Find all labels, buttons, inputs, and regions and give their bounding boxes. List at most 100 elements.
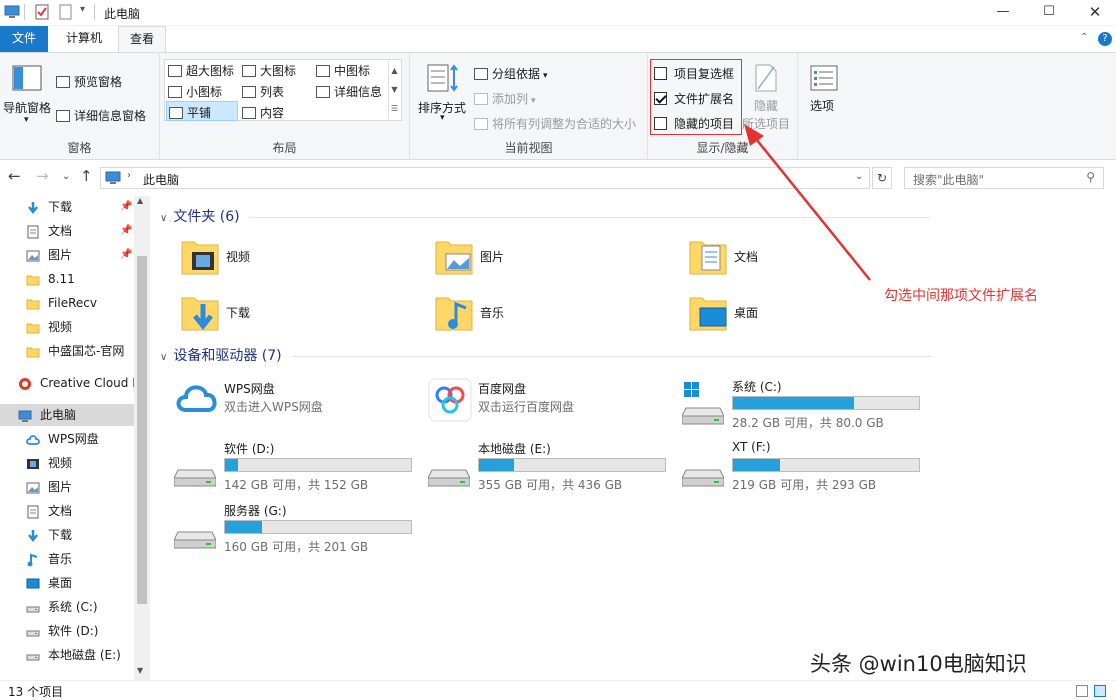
gallery-scroll[interactable]: ▲ ▼ ☰ xyxy=(388,61,400,119)
xl-icons-icon xyxy=(168,65,182,77)
folder-tile[interactable]: 下载 xyxy=(180,292,420,342)
sidebar-item[interactable]: 视频 xyxy=(0,452,134,474)
drive-space: 355 GB 可用，共 436 GB xyxy=(478,478,623,492)
quick-access-dropdown-icon[interactable]: ▾ xyxy=(80,4,85,15)
drives-section-header[interactable]: ∨ 设备和驱动器 (7) xyxy=(160,345,932,365)
sidebar-item-label: 下载 xyxy=(48,528,73,542)
sidebar-scroll-thumb[interactable] xyxy=(137,256,147,604)
drive-tile[interactable]: 本地磁盘 (E:) 355 GB 可用，共 436 GB xyxy=(428,440,678,496)
layout-large-icons[interactable]: 大图标 xyxy=(242,62,296,79)
fit-columns-button[interactable]: 将所有列调整为合适的大小 xyxy=(474,115,636,132)
back-arrow-icon[interactable]: ← xyxy=(8,167,21,185)
chevron-down-icon[interactable]: ▾ xyxy=(24,115,29,125)
address-bar-row: ← → ⌄ ↑ › 此电脑 ⌄ ↻ 搜索"此电脑" ⚲ xyxy=(0,163,1116,193)
wps-drive-tile[interactable]: WPS网盘 双击进入WPS网盘 xyxy=(174,378,424,434)
tab-file[interactable]: 文件 xyxy=(0,26,48,52)
layout-list[interactable]: 列表 xyxy=(242,83,284,100)
drive-tile[interactable]: XT (F:) 219 GB 可用，共 293 GB xyxy=(682,440,932,496)
drive-name: 系统 (C:) xyxy=(732,380,782,394)
sidebar-item[interactable]: 系统 (C:) xyxy=(0,596,134,618)
sidebar-item[interactable]: 音乐 xyxy=(0,548,134,570)
layout-content[interactable]: 内容 xyxy=(242,104,284,121)
minimize-button[interactable]: — xyxy=(980,0,1026,26)
properties-icon[interactable] xyxy=(34,4,50,20)
scroll-down-icon[interactable]: ▼ xyxy=(137,666,143,675)
sidebar-item[interactable]: WPS网盘 xyxy=(0,428,134,450)
ribbon-tabs: 文件 计算机 查看 ⌃ ? xyxy=(0,26,1116,53)
picture-icon xyxy=(26,248,40,262)
group-by-button[interactable]: 分组依据 ▾ xyxy=(474,65,548,82)
sidebar-item[interactable]: FileRecv xyxy=(0,292,134,314)
drive-usage-fill xyxy=(733,397,854,409)
sidebar-item[interactable]: 下载 📌 xyxy=(0,196,134,218)
sidebar-item[interactable]: 此电脑 xyxy=(0,404,134,426)
folder-tile[interactable]: 音乐 xyxy=(434,292,674,342)
up-arrow-icon[interactable]: ↑ xyxy=(80,167,93,185)
layout-content-label: 内容 xyxy=(260,106,285,120)
drive-tile[interactable]: 软件 (D:) 142 GB 可用，共 152 GB xyxy=(174,440,424,496)
large-icons-view-icon[interactable] xyxy=(1094,685,1106,697)
maximize-button[interactable]: ☐ xyxy=(1026,0,1072,26)
navigation-pane-button[interactable]: 导航窗格 xyxy=(3,99,51,116)
scroll-up-icon[interactable]: ▲ xyxy=(137,196,143,205)
details-pane-label: 详细信息窗格 xyxy=(74,109,147,123)
windows-logo xyxy=(684,382,699,397)
breadcrumb-chevron-icon[interactable]: › xyxy=(127,170,131,181)
sidebar-item[interactable]: 下载 xyxy=(0,524,134,546)
recent-locations-icon[interactable]: ⌄ xyxy=(62,171,70,182)
layout-tiles-label: 平铺 xyxy=(187,106,212,120)
explorer-window: ▾ 此电脑 — ☐ ✕ 文件 计算机 查看 ⌃ ? 导航窗格 ▾ 预览窗格 详细… xyxy=(0,0,1116,700)
close-button[interactable]: ✕ xyxy=(1072,0,1116,26)
separator xyxy=(24,4,25,20)
add-column-button[interactable]: 添加列 ▾ xyxy=(474,90,536,107)
sidebar-item-label: 文档 xyxy=(48,224,73,238)
sidebar-item[interactable]: 本地磁盘 (E:) xyxy=(0,644,134,666)
search-input[interactable]: 搜索"此电脑" ⚲ xyxy=(904,167,1104,189)
tab-computer[interactable]: 计算机 xyxy=(54,26,114,52)
chevron-down-icon[interactable]: ▾ xyxy=(440,113,445,123)
download-arrow-icon xyxy=(26,200,40,215)
drive-icon xyxy=(26,648,40,662)
pin-icon[interactable]: 📌 xyxy=(120,220,132,242)
layout-tiles[interactable]: 平铺 xyxy=(166,101,238,121)
drive-space: 219 GB 可用，共 293 GB xyxy=(732,478,877,492)
breadcrumb-item[interactable]: 此电脑 xyxy=(143,171,179,188)
drive-tile[interactable]: 系统 (C:) 28.2 GB 可用，共 80.0 GB xyxy=(682,378,932,434)
drive-tile[interactable]: 服务器 (G:) 160 GB 可用，共 201 GB xyxy=(174,502,424,558)
collapse-chevron-icon: ∨ xyxy=(160,213,168,224)
sidebar-item[interactable]: 视频 xyxy=(0,316,134,338)
pin-icon[interactable]: 📌 xyxy=(120,196,132,218)
sidebar-item[interactable]: 软件 (D:) xyxy=(0,620,134,642)
sidebar-item[interactable]: 中盛国芯-官网 xyxy=(0,340,134,362)
help-icon[interactable]: ? xyxy=(1098,32,1112,46)
baidu-drive-tile[interactable]: 百度网盘 双击运行百度网盘 xyxy=(428,378,678,434)
hide-selected-label-1: 隐藏 xyxy=(754,99,779,113)
collapse-ribbon-icon[interactable]: ⌃ xyxy=(1080,32,1088,43)
tab-view[interactable]: 查看 xyxy=(118,26,166,53)
item-count: 13 个项目 xyxy=(8,685,64,699)
sidebar-item[interactable]: 文档 xyxy=(0,500,134,522)
sidebar-item[interactable]: 文档 📌 xyxy=(0,220,134,242)
sidebar-item[interactable]: 图片 📌 xyxy=(0,244,134,266)
preview-pane-button[interactable]: 预览窗格 xyxy=(56,73,122,90)
new-folder-icon[interactable] xyxy=(58,4,74,20)
layout-small-icons[interactable]: 小图标 xyxy=(168,83,222,100)
folder-tile[interactable]: 视频 xyxy=(180,236,420,286)
details-view-icon[interactable] xyxy=(1076,685,1088,697)
layout-medium-icons[interactable]: 中图标 xyxy=(316,62,370,79)
sidebar-item[interactable]: 桌面 xyxy=(0,572,134,594)
sidebar-item[interactable]: 图片 xyxy=(0,476,134,498)
details-pane-button[interactable]: 详细信息窗格 xyxy=(56,107,146,124)
folder-tile[interactable]: 图片 xyxy=(434,236,674,286)
forward-arrow-icon[interactable]: → xyxy=(36,167,49,185)
pin-icon[interactable]: 📌 xyxy=(120,244,132,266)
drive-icon xyxy=(682,469,724,487)
status-bar: 13 个项目 xyxy=(0,680,1116,700)
sidebar-item[interactable]: Creative Cloud F xyxy=(0,372,134,394)
options-button[interactable]: 选项 xyxy=(810,97,834,114)
hide-selected-button[interactable]: 隐藏 xyxy=(754,97,778,114)
navigation-pane-label: 导航窗格 xyxy=(3,101,52,115)
layout-xl-icons[interactable]: 超大图标 xyxy=(168,62,234,79)
sidebar-item[interactable]: 8.11 xyxy=(0,268,134,290)
layout-details[interactable]: 详细信息 xyxy=(316,83,382,100)
